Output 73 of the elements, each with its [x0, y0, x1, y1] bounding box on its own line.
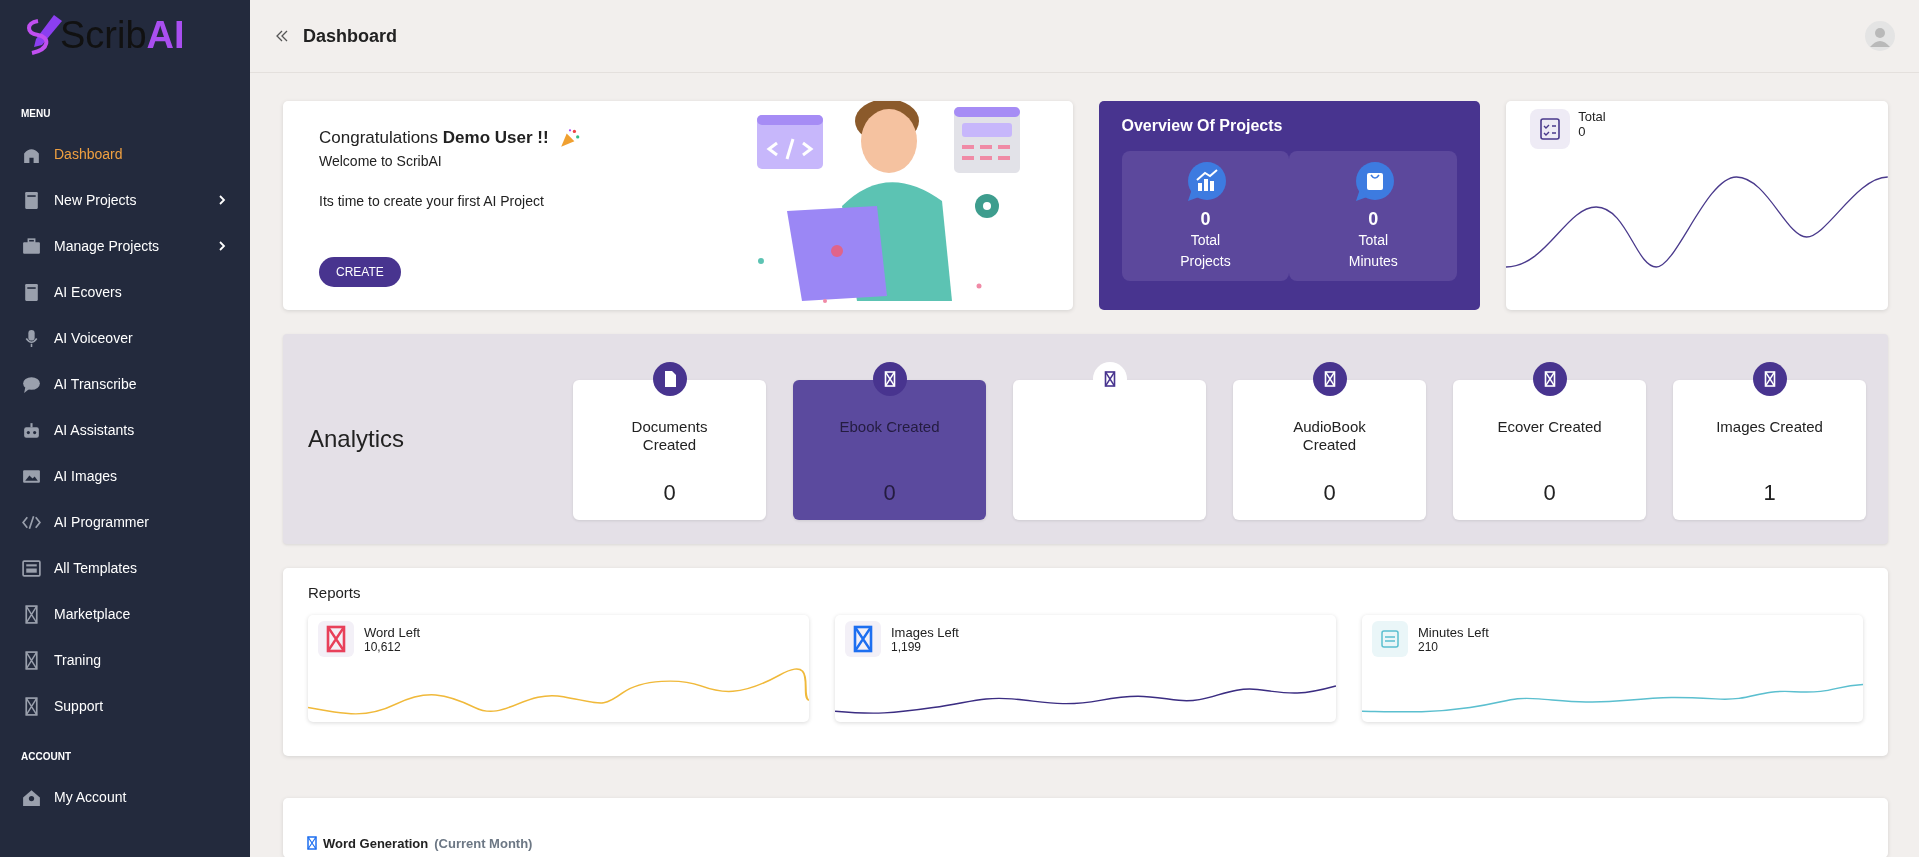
stat-label: Total Projects [1179, 231, 1232, 271]
report-value: 1,199 [891, 640, 923, 654]
stat-card[interactable]: AudioBook Created 0 [1233, 380, 1426, 520]
create-button[interactable]: CREATE [319, 257, 401, 287]
hourglass-icon [307, 836, 317, 850]
double-chevron-left-icon[interactable] [275, 30, 289, 42]
reports-title: Reports [308, 584, 362, 601]
nav-item[interactable]: Dashboard [0, 131, 250, 177]
nav-item[interactable]: All Templates [0, 545, 250, 591]
total-label: Total [1578, 109, 1606, 124]
section-heading: ACCOUNT [20, 750, 72, 764]
stat-value: 0 [1200, 209, 1211, 230]
stat-label: Ebook Created [838, 418, 941, 436]
section-heading: MENU [20, 107, 52, 121]
nav-item[interactable]: AI Programmer [0, 499, 250, 545]
report-label: Minutes Left [1418, 625, 1489, 640]
page-title: Dashboard [303, 25, 399, 47]
hourglass-icon [1533, 362, 1567, 396]
calendar-icon [1372, 621, 1408, 657]
nav-item[interactable]: AI Images [0, 453, 250, 499]
report-value: 210 [1418, 640, 1440, 654]
newspaper-icon [21, 557, 42, 579]
report-label: Images Left [891, 625, 959, 640]
stat-value: 0 [1323, 480, 1336, 506]
nav-item[interactable]: New Projects [0, 177, 250, 223]
welcome-message: Its time to create your first AI Project [319, 193, 545, 209]
hourglass-icon [318, 621, 354, 657]
brand-accent: AI [146, 13, 185, 57]
word-generation-title: Word Generation [323, 835, 429, 851]
stat-value: 0 [883, 480, 896, 506]
analytics-title: Analytics [307, 425, 406, 453]
user-avatar-icon[interactable] [1865, 21, 1895, 51]
briefcase-icon [21, 235, 42, 257]
nav-item[interactable]: Traning [0, 637, 250, 683]
stat-value: 0 [1368, 209, 1379, 230]
stat-value: 0 [1543, 480, 1556, 506]
stat-value: 1 [1763, 480, 1776, 506]
hourglass-icon [873, 362, 907, 396]
hourglass-icon [1753, 362, 1787, 396]
hourglass-icon [1313, 362, 1347, 396]
hourglass-icon [845, 621, 881, 657]
nav-item[interactable]: My Account [0, 774, 250, 820]
stat-label: AudioBook Created [1292, 418, 1367, 454]
report-label: Word Left [364, 625, 421, 640]
period-note: (Current Month) [434, 835, 533, 851]
chevron-right-icon [218, 240, 226, 252]
nav-item[interactable]: Manage Projects [0, 223, 250, 269]
nav-item[interactable]: AI Ecovers [0, 269, 250, 315]
checklist-icon [1530, 109, 1571, 149]
stat-label: Total Minutes [1347, 231, 1399, 271]
nav-item[interactable]: Support [0, 683, 250, 729]
party-popper-icon [558, 127, 581, 149]
stat-label: Documents Created [630, 418, 709, 454]
report-value: 10,612 [364, 640, 402, 654]
stat-value: 0 [663, 480, 676, 506]
nav-item[interactable]: Marketplace [0, 591, 250, 637]
pen-logo-icon [24, 12, 64, 58]
stat-card[interactable]: Documents Created 0 [573, 380, 766, 520]
nav-item[interactable]: AI Voiceover [0, 315, 250, 361]
nav-item[interactable]: AI Assistants [0, 407, 250, 453]
nav-item[interactable]: AI Transcribe [0, 361, 250, 407]
stat-card[interactable]: Ecover Created 0 [1453, 380, 1646, 520]
greeting-text: Congratulations Demo User !! [319, 128, 549, 148]
chevron-right-icon [218, 194, 226, 206]
welcome-subtitle: Welcome to ScribAI [319, 153, 443, 169]
stat-label: Images Created [1715, 418, 1824, 436]
overview-title: Overview Of Projects [1121, 117, 1284, 135]
stat-card[interactable] [1013, 380, 1206, 520]
total-value: 0 [1578, 124, 1587, 139]
document-icon [653, 362, 687, 396]
brand-name: Scrib [60, 13, 147, 57]
stat-label: Ecover Created [1496, 418, 1603, 436]
stat-card[interactable]: Images Created 1 [1673, 380, 1866, 520]
